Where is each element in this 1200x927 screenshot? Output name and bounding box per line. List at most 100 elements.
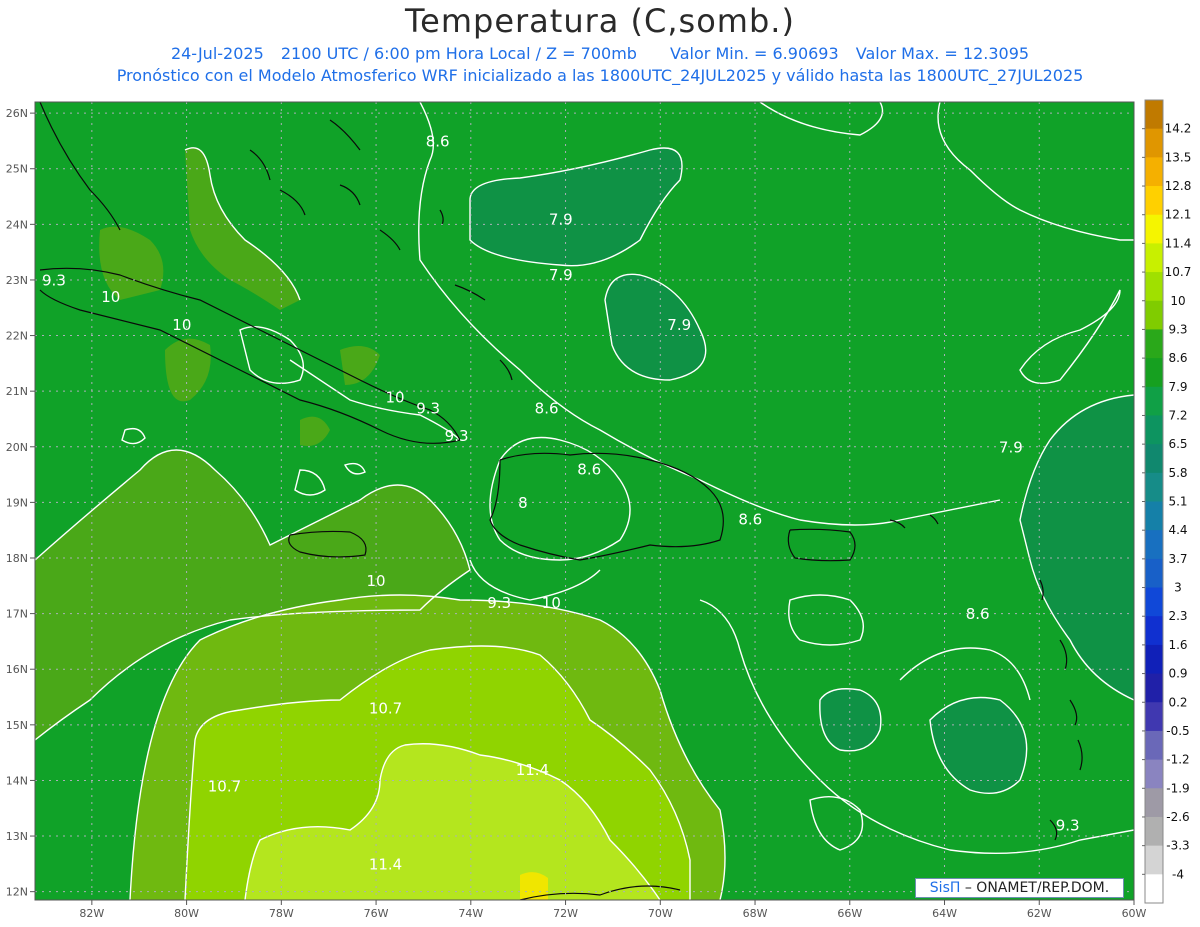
colorbar-label: 5.8 xyxy=(1168,466,1187,480)
colorbar-label: 10.7 xyxy=(1165,265,1192,279)
lon-label: 60W xyxy=(1122,907,1147,920)
colorbar-label: 2.3 xyxy=(1168,609,1187,623)
contour-label: 8.6 xyxy=(426,132,450,150)
lat-label: 18N xyxy=(6,552,28,565)
contour-label: 10 xyxy=(367,572,386,590)
colorbar-label: 11.4 xyxy=(1165,236,1192,250)
lon-label: 80W xyxy=(174,907,199,920)
colorbar-swatch xyxy=(1145,673,1163,703)
lon-label: 78W xyxy=(269,907,294,920)
lat-label: 19N xyxy=(6,496,28,509)
colorbar-label: -4 xyxy=(1172,867,1184,881)
colorbar-swatch xyxy=(1145,300,1163,330)
lon-label: 72W xyxy=(553,907,578,920)
colorbar-label: 13.5 xyxy=(1165,150,1192,164)
lat-label: 20N xyxy=(6,441,28,454)
contour-label: 8.6 xyxy=(738,511,762,529)
colorbar-label: 7.9 xyxy=(1168,380,1187,394)
contour-label: 10 xyxy=(101,288,120,306)
lon-label: 74W xyxy=(458,907,483,920)
colorbar-swatch xyxy=(1145,730,1163,761)
colorbar-swatch xyxy=(1145,587,1163,617)
colorbar-swatch xyxy=(1145,702,1163,732)
contour-label: 10.7 xyxy=(369,700,402,718)
contour-label: 8 xyxy=(518,494,528,512)
contour-label: 10.7 xyxy=(208,778,241,796)
lon-label: 76W xyxy=(364,907,389,920)
contour-label: 7.9 xyxy=(549,210,573,228)
contour-label: 10 xyxy=(172,316,191,334)
lat-label: 16N xyxy=(6,663,28,676)
colorbar-swatch xyxy=(1145,530,1163,560)
contour-label: 7.9 xyxy=(999,438,1023,456)
colorbar-swatch xyxy=(1145,272,1163,302)
colorbar-label: -1.9 xyxy=(1166,781,1189,795)
lat-label: 15N xyxy=(6,719,28,732)
colorbar-swatch xyxy=(1145,329,1163,359)
colorbar-swatch xyxy=(1145,616,1163,646)
contour-label: 9.3 xyxy=(1056,816,1080,834)
colorbar-label: 10 xyxy=(1170,294,1185,308)
contour-label: 8.6 xyxy=(577,461,601,479)
lon-label: 64W xyxy=(932,907,957,920)
lat-label: 24N xyxy=(6,218,28,231)
contour-label: 8.6 xyxy=(535,399,559,417)
lon-label: 70W xyxy=(648,907,673,920)
lon-label: 68W xyxy=(743,907,768,920)
colorbar-swatch xyxy=(1145,186,1163,216)
colorbar-swatch xyxy=(1145,386,1163,416)
lat-label: 25N xyxy=(6,163,28,176)
latitude-labels: 26N 25N 24N 23N 22N 21N 20N 19N 18N 17N 16N 15N 14N 1… xyxy=(6,107,28,899)
contour-label: 7.9 xyxy=(667,316,691,334)
colorbar-swatch xyxy=(1145,243,1163,273)
colorbar-label: 5.1 xyxy=(1168,495,1187,509)
colorbar-swatch xyxy=(1145,759,1163,789)
colorbar-label: 9.3 xyxy=(1168,322,1187,336)
lat-label: 22N xyxy=(6,330,28,343)
contour-label: 9.3 xyxy=(445,427,469,445)
colorbar-label: 3.7 xyxy=(1168,552,1187,566)
contour-label: 9.3 xyxy=(42,272,66,290)
colorbar-swatch xyxy=(1145,214,1163,244)
colorbar-swatch xyxy=(1145,816,1163,847)
lat-label: 14N xyxy=(6,774,28,787)
lon-label: 82W xyxy=(79,907,104,920)
colorbar-swatch xyxy=(1145,472,1163,502)
credit-box: SisΠ – ONAMET/REP.DOM. xyxy=(915,878,1124,898)
colorbar-swatch xyxy=(1145,444,1163,474)
colorbar-label: 4.4 xyxy=(1168,523,1187,537)
colorbar-label: 12.1 xyxy=(1165,208,1192,222)
colorbar-swatch xyxy=(1145,415,1163,445)
colorbar-swatch xyxy=(1145,558,1163,589)
colorbar-swatch xyxy=(1145,501,1163,531)
colorbar-label: 0.2 xyxy=(1168,695,1187,709)
colorbar-label: 1.6 xyxy=(1168,638,1187,652)
lon-label: 66W xyxy=(837,907,862,920)
colorbar-swatch xyxy=(1145,128,1163,158)
lat-label: 26N xyxy=(6,107,28,120)
colorbar-label: 12.8 xyxy=(1165,179,1192,193)
colorbar-swatch xyxy=(1145,157,1163,187)
colorbar-label: -3.3 xyxy=(1166,839,1189,853)
colorbar-swatch xyxy=(1145,100,1163,130)
colorbar-label: 8.6 xyxy=(1168,351,1187,365)
contour-label: 7.9 xyxy=(549,266,573,284)
contour-label: 9.3 xyxy=(416,399,440,417)
colorbar-label: 3 xyxy=(1174,581,1182,595)
colorbar-swatch xyxy=(1145,644,1163,675)
colorbar-label: 0.9 xyxy=(1168,667,1187,681)
colorbar xyxy=(1142,99,1164,904)
contour-label: 11.4 xyxy=(516,761,549,779)
contour-label: 11.4 xyxy=(369,855,402,873)
lat-label: 21N xyxy=(6,385,28,398)
lat-label: 13N xyxy=(6,830,28,843)
lat-label: 23N xyxy=(6,274,28,287)
colorbar-label: -2.6 xyxy=(1166,810,1189,824)
colorbar-label: 7.2 xyxy=(1168,408,1187,422)
colorbar-swatch xyxy=(1145,845,1163,875)
lat-label: 17N xyxy=(6,608,28,621)
temperature-map: 8.6 7.9 7.9 7.9 9.3 10 10 10 9.3 8.6 9.3 8.6 8 8.6 10 9… xyxy=(6,99,1192,920)
credit-brand: SisΠ xyxy=(929,880,961,896)
colorbar-labels: 14.2 13.5 12.8 12.1 11.4 10.7 10 9.3 8.6 7.9 7.2 6.… xyxy=(1165,122,1192,882)
longitude-labels: 82W 80W 78W 76W 74W 72W 70W 68W 66W 64W 62W 60W xyxy=(79,907,1146,920)
